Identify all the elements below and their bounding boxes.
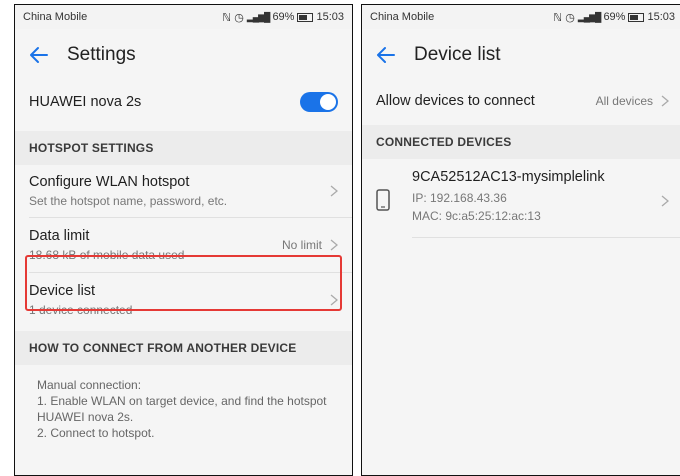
device-list-screen: China Mobile ℕ ◷ ▂▄▆█ 69% 15:03 Device l… (361, 4, 680, 476)
device-mac: MAC: 9c:a5:25:12:ac:13 (412, 209, 541, 223)
data-limit-subtitle: 18.68 kB of mobile data used (29, 248, 185, 262)
device-ip: IP: 192.168.43.36 (412, 191, 507, 205)
status-icons: ℕ ◷ ▂▄▆█ 69% 15:03 (222, 11, 344, 24)
battery-icon (628, 12, 645, 22)
toggle-knob (320, 94, 336, 110)
configure-subtitle: Set the hotspot name, password, etc. (29, 194, 228, 208)
status-icons: ℕ ◷ ▂▄▆█ 69% 15:03 (553, 11, 675, 24)
divider (412, 237, 680, 238)
connection-instructions: Manual connection: 1. Enable WLAN on tar… (15, 365, 352, 453)
chevron-right-icon (661, 95, 669, 107)
data-limit-value: No limit (281, 238, 322, 252)
battery-percent: 69% (603, 11, 626, 23)
app-bar: Device list (362, 29, 680, 81)
page-title: Device list (414, 44, 501, 65)
alarm-icon: ◷ (234, 11, 244, 24)
configure-hotspot-item[interactable]: Configure WLAN hotspot Set the hotspot n… (15, 165, 352, 217)
signal-icon: ▂▄▆█ (246, 11, 271, 22)
nfc-icon: ℕ (553, 11, 563, 24)
phone-icon (376, 189, 390, 211)
instruction-line: Manual connection: (37, 378, 142, 392)
device-list-item[interactable]: Device list 1 device connected (15, 273, 352, 327)
data-limit-item[interactable]: Data limit 18.68 kB of mobile data used … (15, 218, 352, 272)
hotspot-settings-header: HOTSPOT SETTINGS (15, 131, 352, 165)
instruction-line: HUAWEI nova 2s. (37, 410, 134, 424)
hotspot-toggle-row[interactable]: HUAWEI nova 2s (15, 81, 352, 123)
data-limit-title: Data limit (29, 228, 90, 244)
battery-percent: 69% (272, 11, 295, 23)
page-title: Settings (67, 44, 136, 65)
status-bar: China Mobile ℕ ◷ ▂▄▆█ 69% 15:03 (15, 5, 352, 29)
alarm-icon: ◷ (565, 11, 575, 24)
battery-icon (297, 12, 314, 22)
chevron-right-icon (661, 195, 669, 207)
allow-devices-label: Allow devices to connect (376, 93, 535, 109)
device-name-label: HUAWEI nova 2s (29, 94, 142, 110)
device-name: 9CA52512AC13-mysimplelink (412, 169, 605, 185)
chevron-right-icon (330, 239, 338, 251)
carrier-label: China Mobile (370, 11, 435, 23)
chevron-right-icon (330, 294, 338, 306)
back-arrow-icon[interactable] (29, 45, 49, 65)
instruction-line: 2. Connect to hotspot. (37, 426, 155, 440)
clock: 15:03 (316, 11, 344, 23)
clock: 15:03 (647, 11, 675, 23)
status-bar: China Mobile ℕ ◷ ▂▄▆█ 69% 15:03 (362, 5, 680, 29)
settings-screen: China Mobile ℕ ◷ ▂▄▆█ 69% 15:03 Settings… (14, 4, 353, 476)
connected-devices-header: CONNECTED DEVICES (362, 125, 680, 159)
signal-icon: ▂▄▆█ (577, 11, 602, 22)
carrier-label: China Mobile (23, 11, 88, 23)
device-list-title: Device list (29, 283, 96, 299)
device-list-subtitle: 1 device connected (29, 303, 133, 317)
how-to-connect-header: HOW TO CONNECT FROM ANOTHER DEVICE (15, 331, 352, 365)
allow-devices-value: All devices (595, 94, 653, 108)
app-bar: Settings (15, 29, 352, 81)
chevron-right-icon (330, 185, 338, 197)
nfc-icon: ℕ (222, 11, 232, 24)
allow-devices-row[interactable]: Allow devices to connect All devices (362, 81, 680, 121)
configure-title: Configure WLAN hotspot (29, 174, 190, 190)
connected-device-item[interactable]: 9CA52512AC13-mysimplelink IP: 192.168.43… (362, 159, 680, 237)
hotspot-toggle[interactable] (300, 92, 338, 112)
instruction-line: 1. Enable WLAN on target device, and fin… (37, 394, 327, 408)
back-arrow-icon[interactable] (376, 45, 396, 65)
